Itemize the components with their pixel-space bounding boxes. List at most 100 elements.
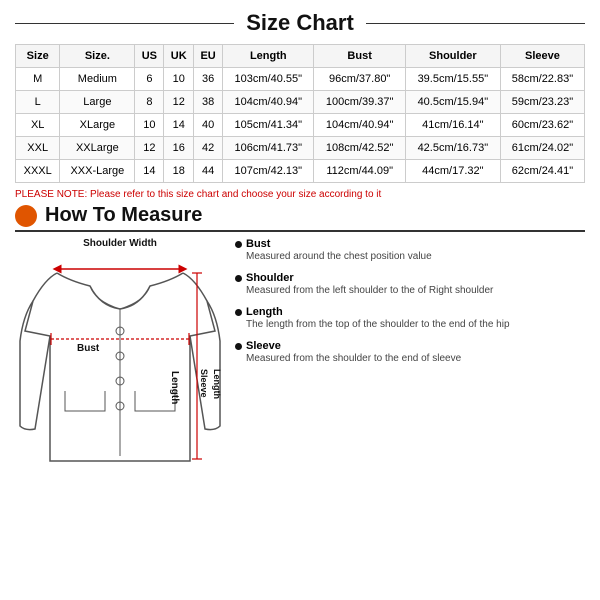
bullet-icon [235, 343, 242, 350]
table-header-cell: US [135, 45, 164, 68]
table-cell: 61cm/24.02" [500, 137, 584, 160]
table-cell: 6 [135, 68, 164, 91]
desc-body-text: Measured from the shoulder to the end of… [235, 352, 585, 366]
table-cell: 12 [135, 137, 164, 160]
table-row: MMedium61036103cm/40.55"96cm/37.80"39.5c… [16, 68, 585, 91]
table-cell: XL [16, 114, 60, 137]
table-header-cell: Shoulder [405, 45, 500, 68]
table-header-cell: Size. [60, 45, 135, 68]
table-row: XLXLarge101440105cm/41.34"104cm/40.94"41… [16, 114, 585, 137]
table-cell: 44cm/17.32" [405, 160, 500, 183]
how-to-content: Shoulder Width [15, 238, 585, 471]
main-container: Size Chart SizeSize.USUKEULengthBustShou… [0, 0, 600, 600]
desc-item-title: Shoulder [235, 272, 585, 284]
desc-item-title: Bust [235, 238, 585, 250]
table-cell: 103cm/40.55" [223, 68, 314, 91]
bullet-icon [235, 241, 242, 248]
svg-text:Length: Length [212, 369, 222, 399]
table-cell: 14 [135, 160, 164, 183]
table-cell: 96cm/37.80" [314, 68, 405, 91]
how-to-title-row: How To Measure [15, 204, 585, 232]
table-cell: 42 [194, 137, 223, 160]
desc-item: SleeveMeasured from the shoulder to the … [235, 340, 585, 366]
table-cell: 62cm/24.41" [500, 160, 584, 183]
desc-title-text: Length [246, 306, 283, 318]
table-header-cell: Size [16, 45, 60, 68]
table-cell: 39.5cm/15.55" [405, 68, 500, 91]
desc-title-text: Shoulder [246, 272, 294, 284]
table-cell: 36 [194, 68, 223, 91]
jacket-area: Shoulder Width [15, 238, 225, 471]
table-row: XXXLXXX-Large141844107cm/42.13"112cm/44.… [16, 160, 585, 183]
title-line-left [15, 23, 234, 24]
table-cell: XLarge [60, 114, 135, 137]
table-cell: 106cm/41.73" [223, 137, 314, 160]
table-cell: 59cm/23.23" [500, 91, 584, 114]
desc-body-text: Measured around the chest position value [235, 250, 585, 264]
table-header-cell: UK [164, 45, 194, 68]
table-cell: 10 [164, 68, 194, 91]
table-cell: 12 [164, 91, 194, 114]
measurement-descriptions: BustMeasured around the chest position v… [235, 238, 585, 471]
table-cell: 100cm/39.37" [314, 91, 405, 114]
table-cell: XXXL [16, 160, 60, 183]
desc-item: ShoulderMeasured from the left shoulder … [235, 272, 585, 298]
table-cell: Large [60, 91, 135, 114]
note-text: PLEASE NOTE: Please refer to this size c… [15, 189, 585, 200]
how-to-section: How To Measure Shoulder Width [15, 204, 585, 471]
desc-body-text: The length from the top of the shoulder … [235, 318, 585, 332]
bullet-icon [235, 309, 242, 316]
table-cell: 16 [164, 137, 194, 160]
table-header-row: SizeSize.USUKEULengthBustShoulderSleeve [16, 45, 585, 68]
table-cell: Medium [60, 68, 135, 91]
title-row: Size Chart [15, 10, 585, 36]
table-header-cell: Length [223, 45, 314, 68]
title-line-right [366, 23, 585, 24]
table-header-cell: Sleeve [500, 45, 584, 68]
size-chart-table: SizeSize.USUKEULengthBustShoulderSleeve … [15, 44, 585, 183]
table-cell: 104cm/40.94" [223, 91, 314, 114]
table-cell: 58cm/22.83" [500, 68, 584, 91]
desc-item: LengthThe length from the top of the sho… [235, 306, 585, 332]
table-cell: XXL [16, 137, 60, 160]
table-cell: 38 [194, 91, 223, 114]
table-cell: 105cm/41.34" [223, 114, 314, 137]
desc-item: BustMeasured around the chest position v… [235, 238, 585, 264]
svg-text:Bust: Bust [77, 343, 100, 354]
table-cell: 40 [194, 114, 223, 137]
table-cell: 14 [164, 114, 194, 137]
table-header-cell: EU [194, 45, 223, 68]
table-row: XXLXXLarge121642106cm/41.73"108cm/42.52"… [16, 137, 585, 160]
desc-title-text: Bust [246, 238, 270, 250]
table-cell: 42.5cm/16.73" [405, 137, 500, 160]
table-cell: 40.5cm/15.94" [405, 91, 500, 114]
table-header-cell: Bust [314, 45, 405, 68]
shoulder-width-label: Shoulder Width [15, 238, 225, 249]
how-to-title: How To Measure [45, 204, 202, 227]
table-cell: 10 [135, 114, 164, 137]
table-cell: M [16, 68, 60, 91]
svg-text:Sleeve: Sleeve [199, 369, 209, 398]
table-cell: 104cm/40.94" [314, 114, 405, 137]
bullet-icon [235, 275, 242, 282]
table-cell: 107cm/42.13" [223, 160, 314, 183]
table-cell: 8 [135, 91, 164, 114]
table-cell: XXLarge [60, 137, 135, 160]
svg-text:Length: Length [169, 371, 180, 404]
desc-item-title: Length [235, 306, 585, 318]
page-title: Size Chart [234, 10, 366, 36]
table-cell: XXX-Large [60, 160, 135, 183]
desc-item-title: Sleeve [235, 340, 585, 352]
desc-body-text: Measured from the left shoulder to the o… [235, 284, 585, 298]
jacket-illustration: Bust Sleeve Length Length [15, 251, 225, 471]
table-cell: L [16, 91, 60, 114]
table-row: LLarge81238104cm/40.94"100cm/39.37"40.5c… [16, 91, 585, 114]
table-cell: 18 [164, 160, 194, 183]
table-cell: 60cm/23.62" [500, 114, 584, 137]
table-cell: 108cm/42.52" [314, 137, 405, 160]
table-cell: 41cm/16.14" [405, 114, 500, 137]
orange-circle-icon [15, 205, 37, 227]
table-cell: 112cm/44.09" [314, 160, 405, 183]
desc-title-text: Sleeve [246, 340, 281, 352]
table-cell: 44 [194, 160, 223, 183]
